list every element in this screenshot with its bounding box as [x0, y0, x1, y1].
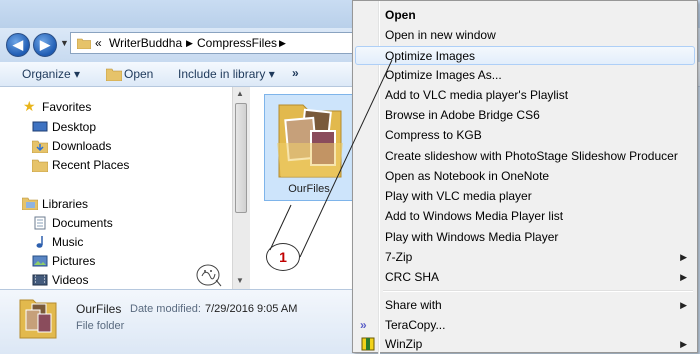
selected-folder-thumbnail-icon [19, 299, 57, 339]
nav-item-pictures[interactable]: Pictures [52, 254, 95, 268]
date-modified-label: Date modified: [130, 303, 201, 315]
menu-item-crc-sha[interactable]: CRC SHA ▶ [355, 268, 695, 287]
music-icon [36, 236, 43, 248]
menu-item-share-with[interactable]: Share with ▶ [355, 296, 695, 315]
annotation-step-number: 1 [266, 243, 300, 271]
forward-button[interactable]: ▶ [33, 33, 57, 57]
breadcrumb-chevron[interactable]: ▶ [186, 38, 193, 49]
pictures-icon [32, 255, 48, 267]
desktop-icon [32, 121, 48, 132]
nav-item-recent-places[interactable]: Recent Places [52, 158, 129, 172]
nav-item-documents[interactable]: Documents [52, 216, 113, 230]
selected-item-type: File folder [76, 320, 125, 332]
folder-tile-label: OurFiles [288, 183, 330, 195]
breadcrumb-item[interactable]: CompressFiles [197, 36, 277, 50]
handwriting-icon [196, 264, 222, 287]
submenu-arrow-icon: ▶ [680, 300, 687, 310]
context-menu: Open Open in new window Optimize Images … [352, 0, 698, 354]
nav-item-downloads[interactable]: Downloads [52, 139, 111, 153]
back-button[interactable]: ◀ [6, 33, 30, 57]
menu-item-winzip[interactable]: WinZip ▶ [355, 335, 695, 354]
menu-item-add-to-vlc-playlist[interactable]: Add to VLC media player's Playlist [355, 86, 695, 105]
menu-item-open[interactable]: Open [355, 6, 695, 25]
menu-item-open-as-notebook[interactable]: Open as Notebook in OneNote [355, 167, 695, 186]
more-commands-button[interactable]: » [292, 66, 299, 80]
scroll-down-arrow-icon[interactable]: ▼ [236, 276, 244, 285]
navigation-pane: ★ Favorites Desktop Downloads Recent Pla… [0, 87, 232, 289]
menu-item-open-in-new-window[interactable]: Open in new window [355, 26, 695, 45]
menu-item-7-zip[interactable]: 7-Zip ▶ [355, 248, 695, 267]
menu-item-play-with-wmp[interactable]: Play with Windows Media Player [355, 228, 695, 247]
nav-item-music[interactable]: Music [52, 235, 83, 249]
favorites-star-icon: ★ [23, 98, 36, 114]
recent-pages-dropdown[interactable]: ▼ [60, 38, 69, 48]
submenu-arrow-icon: ▶ [680, 272, 687, 282]
documents-icon [34, 216, 46, 230]
libraries-header[interactable]: Libraries [42, 197, 88, 211]
menu-item-compress-to-kgb[interactable]: Compress to KGB [355, 126, 695, 145]
libraries-icon [22, 197, 38, 210]
menu-separator [383, 290, 693, 292]
winzip-icon [361, 337, 375, 351]
scroll-up-arrow-icon[interactable]: ▲ [236, 89, 244, 98]
menu-item-browse-in-adobe-bridge[interactable]: Browse in Adobe Bridge CS6 [355, 106, 695, 125]
scrollbar-thumb[interactable] [235, 103, 247, 213]
organize-button[interactable]: Organize ▾ [22, 67, 80, 81]
menu-item-teracopy[interactable]: » TeraCopy... [355, 316, 695, 335]
menu-item-play-with-vlc[interactable]: Play with VLC media player [355, 187, 695, 206]
submenu-arrow-icon: ▶ [680, 339, 687, 349]
folder-icon [77, 38, 91, 49]
open-folder-icon [106, 68, 122, 81]
photo-folder-icon [277, 104, 343, 178]
menu-item-add-to-wmp-list[interactable]: Add to Windows Media Player list [355, 207, 695, 226]
menu-item-optimize-images-as[interactable]: Optimize Images As... [355, 66, 695, 85]
include-in-library-button[interactable]: Include in library ▾ [178, 67, 275, 81]
downloads-icon [32, 140, 48, 153]
details-pane: OurFiles Date modified: 7/29/2016 9:05 A… [0, 289, 360, 354]
nav-item-videos[interactable]: Videos [52, 273, 88, 287]
date-modified-value: 7/29/2016 9:05 AM [205, 303, 298, 315]
breadcrumb-chevron[interactable]: ▶ [279, 38, 286, 49]
navigation-scrollbar[interactable]: ▲ ▼ [232, 87, 250, 289]
nav-item-desktop[interactable]: Desktop [52, 120, 96, 134]
breadcrumb-item[interactable]: WriterBuddha [109, 36, 182, 50]
teracopy-icon: » [360, 318, 367, 332]
recent-places-icon [32, 159, 48, 172]
folder-tile-ourfiles[interactable]: OurFiles [264, 94, 354, 201]
open-button[interactable]: Open [124, 67, 153, 81]
videos-icon [32, 274, 48, 286]
favorites-header[interactable]: Favorites [42, 100, 91, 114]
submenu-arrow-icon: ▶ [680, 252, 687, 262]
menu-item-create-slideshow[interactable]: Create slideshow with PhotoStage Slidesh… [355, 147, 695, 166]
menu-item-optimize-images[interactable]: Optimize Images [355, 46, 695, 65]
address-box[interactable]: « WriterBuddha ▶ CompressFiles ▶ [70, 32, 370, 54]
breadcrumb-separator: « [95, 36, 102, 50]
selected-item-name: OurFiles [76, 302, 122, 316]
